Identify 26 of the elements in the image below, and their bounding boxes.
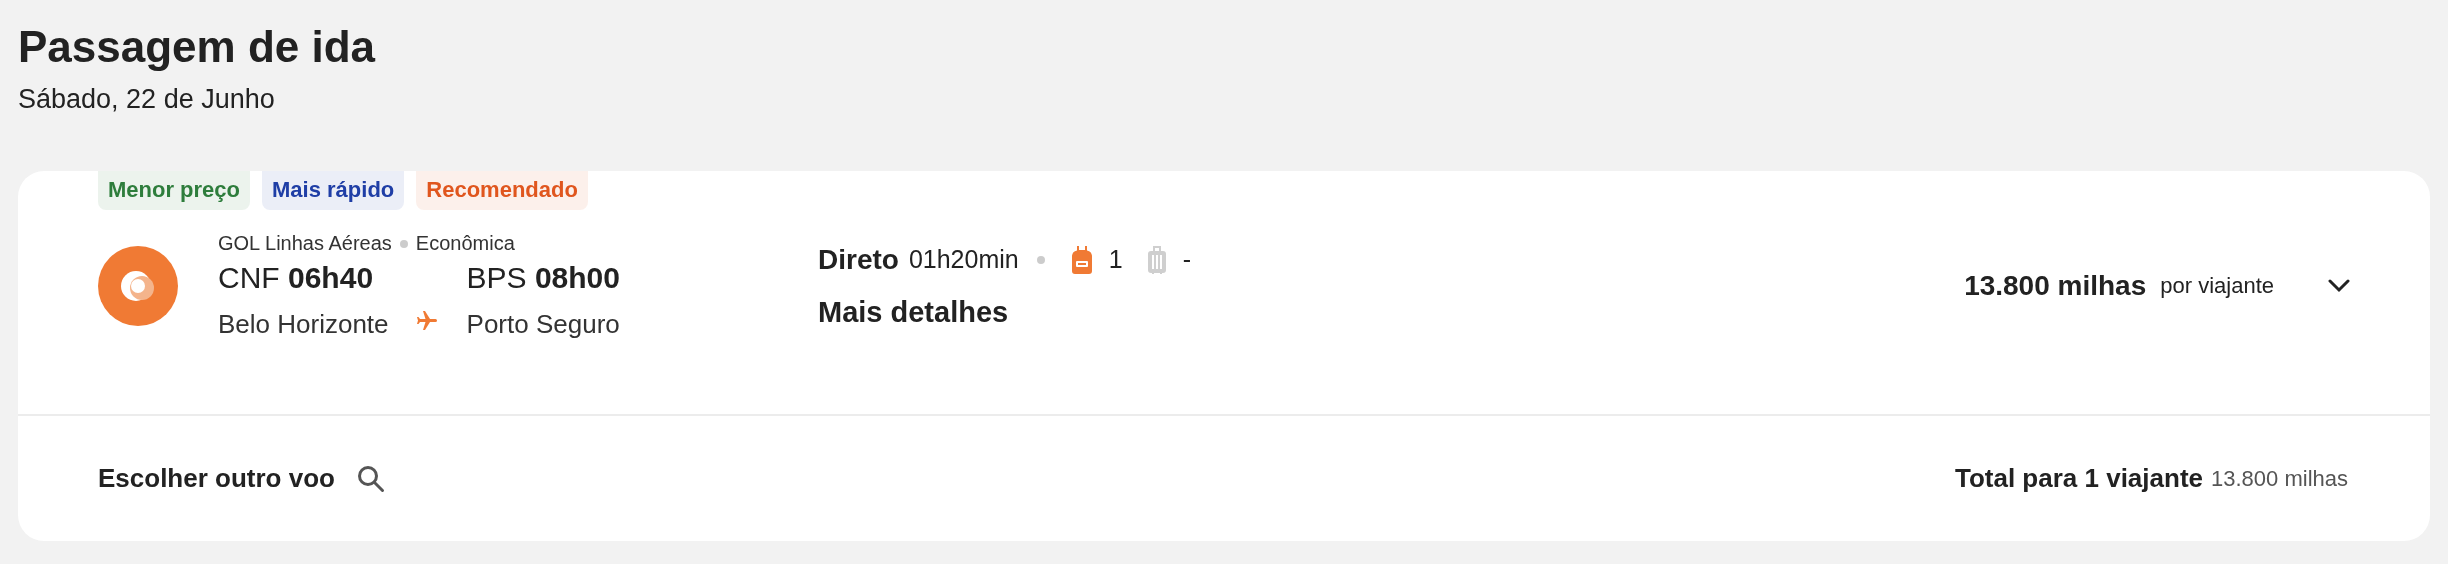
airplane-icon bbox=[414, 308, 439, 333]
total-label: Total para 1 viajante bbox=[1954, 463, 2203, 494]
tag: Mais rápido bbox=[262, 171, 405, 210]
tag: Menor preço bbox=[98, 171, 251, 210]
departure-time: CNF 06h40 bbox=[218, 261, 375, 295]
separator-dot bbox=[1036, 255, 1045, 264]
change-flight-link[interactable]: Escolher outro voo bbox=[98, 463, 335, 494]
flight-date: Sábado, 22 de Junho bbox=[18, 84, 276, 115]
cabin-class: Econômica bbox=[415, 232, 515, 255]
arrival-city: Porto Seguro bbox=[466, 309, 620, 340]
total-value: 13.800 milhas bbox=[2211, 465, 2348, 492]
chevron-icon[interactable] bbox=[2328, 279, 2350, 293]
separator-dot bbox=[399, 239, 408, 248]
duration: 01h20min bbox=[908, 245, 1019, 274]
tag: Recomendado bbox=[416, 171, 588, 210]
page-title: Passagem de ida bbox=[18, 21, 377, 73]
arrival-time: BPS 08h00 bbox=[466, 261, 620, 295]
details-link[interactable]: Mais detalhes bbox=[818, 295, 1338, 329]
baggage-count: 1 bbox=[1108, 245, 1123, 274]
price: 13.800 milhas bbox=[1964, 270, 2147, 302]
stops-label: Direto bbox=[818, 243, 899, 276]
baggage-count: - bbox=[1182, 245, 1191, 274]
search-icon[interactable] bbox=[356, 464, 385, 493]
price-note: por viajante bbox=[2160, 273, 2274, 299]
airline-name: GOL Linhas Aéreas bbox=[218, 232, 392, 255]
departure-city: Belo Horizonte bbox=[218, 309, 389, 340]
